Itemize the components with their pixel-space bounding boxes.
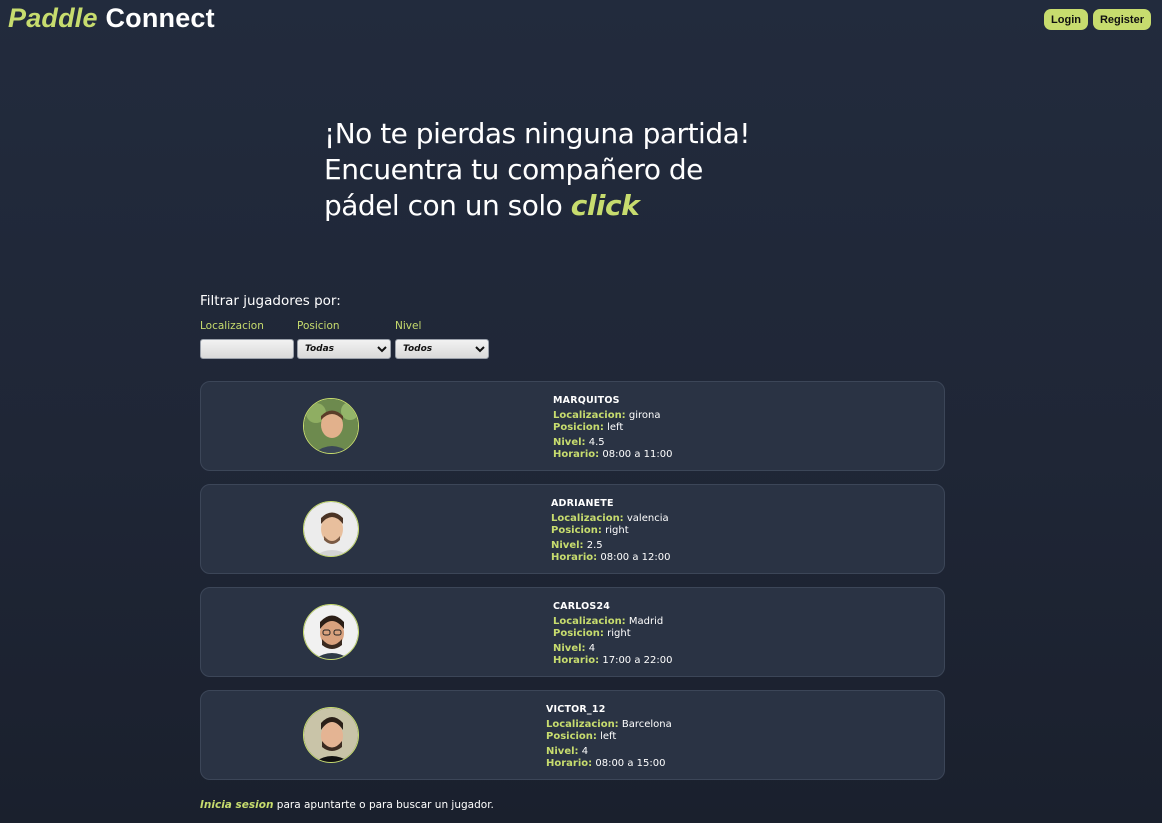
level-key: Nivel: [553,643,586,654]
player-schedule: 08:00 a 12:00 [600,552,671,563]
location-key: Localizacion: [551,513,624,524]
login-link[interactable]: Inicia sesion [200,799,273,811]
login-prompt: Inicia sesion para apuntarte o para busc… [200,799,494,811]
player-location: girona [628,410,661,421]
player-name: MARQUITOS [553,395,620,406]
schedule-key: Horario: [553,449,600,460]
player-info: MARQUITOS Localizacion: girona Posicion:… [553,395,672,461]
player-card[interactable]: ADRIANETE Localizacion: valencia Posicio… [200,484,945,574]
schedule-key: Horario: [553,655,600,666]
register-button[interactable]: Register [1092,9,1151,30]
player-photo-icon [304,502,358,556]
hero-line-1: ¡No te pierdas ninguna partida! [324,117,750,150]
player-name: CARLOS24 [553,601,611,612]
hero-title: ¡No te pierdas ninguna partida! Encuentr… [324,116,750,224]
player-level: 4.5 [588,437,605,448]
player-card[interactable]: VICTOR_12 Localizacion: Barcelona Posici… [200,690,945,780]
auth-buttons: Login Register [1044,9,1151,30]
location-key: Localizacion: [553,410,626,421]
player-position: right [605,525,629,536]
login-button[interactable]: Login [1044,9,1088,30]
player-photo-icon [304,605,358,659]
player-info: CARLOS24 Localizacion: Madrid Posicion: … [553,601,672,667]
avatar [303,501,359,557]
player-location: valencia [626,513,669,524]
player-level: 4 [588,643,596,654]
level-select[interactable]: Todos [395,339,489,359]
player-schedule: 08:00 a 11:00 [602,449,673,460]
position-key: Posicion: [553,628,604,639]
level-label: Nivel [395,320,422,332]
position-select[interactable]: Todas [297,339,391,359]
level-key: Nivel: [553,437,586,448]
location-key: Localizacion: [546,719,619,730]
player-name: ADRIANETE [551,498,614,509]
hero-line-2: Encuentra tu compañero de [324,153,703,186]
app-logo[interactable]: Paddle Connect [8,3,215,34]
location-key: Localizacion: [553,616,626,627]
filter-level: Nivel Todos [395,320,489,359]
avatar [303,398,359,454]
player-location: Madrid [628,616,664,627]
position-key: Posicion: [551,525,602,536]
filter-location: Localizacion [200,320,294,359]
level-key: Nivel: [546,746,579,757]
level-key: Nivel: [551,540,584,551]
filter-position: Posicion Todas [297,320,391,359]
player-photo-icon [304,708,358,762]
player-location: Barcelona [621,719,672,730]
avatar [303,707,359,763]
player-photo-icon [304,399,358,453]
player-level: 4 [581,746,589,757]
position-key: Posicion: [546,731,597,742]
location-label: Localizacion [200,320,264,332]
player-position: right [607,628,631,639]
location-input[interactable] [200,339,294,359]
player-info: VICTOR_12 Localizacion: Barcelona Posici… [546,704,672,770]
player-info: ADRIANETE Localizacion: valencia Posicio… [551,498,670,564]
position-key: Posicion: [553,422,604,433]
player-card[interactable]: MARQUITOS Localizacion: girona Posicion:… [200,381,945,471]
schedule-key: Horario: [546,758,593,769]
logo-accent: Paddle [8,3,98,33]
hero-highlight: click [570,189,640,222]
player-level: 2.5 [586,540,603,551]
player-schedule: 17:00 a 22:00 [602,655,673,666]
player-position: left [607,422,624,433]
player-position: left [600,731,617,742]
player-name: VICTOR_12 [546,704,606,715]
avatar [303,604,359,660]
hero-line-3: pádel con un solo [324,189,571,222]
schedule-key: Horario: [551,552,598,563]
filters-title: Filtrar jugadores por: [200,293,341,309]
position-label: Posicion [297,320,340,332]
player-list: MARQUITOS Localizacion: girona Posicion:… [200,381,945,793]
logo-rest: Connect [105,3,215,33]
login-prompt-text: para apuntarte o para buscar un jugador. [273,799,494,811]
player-card[interactable]: CARLOS24 Localizacion: Madrid Posicion: … [200,587,945,677]
player-schedule: 08:00 a 15:00 [595,758,666,769]
